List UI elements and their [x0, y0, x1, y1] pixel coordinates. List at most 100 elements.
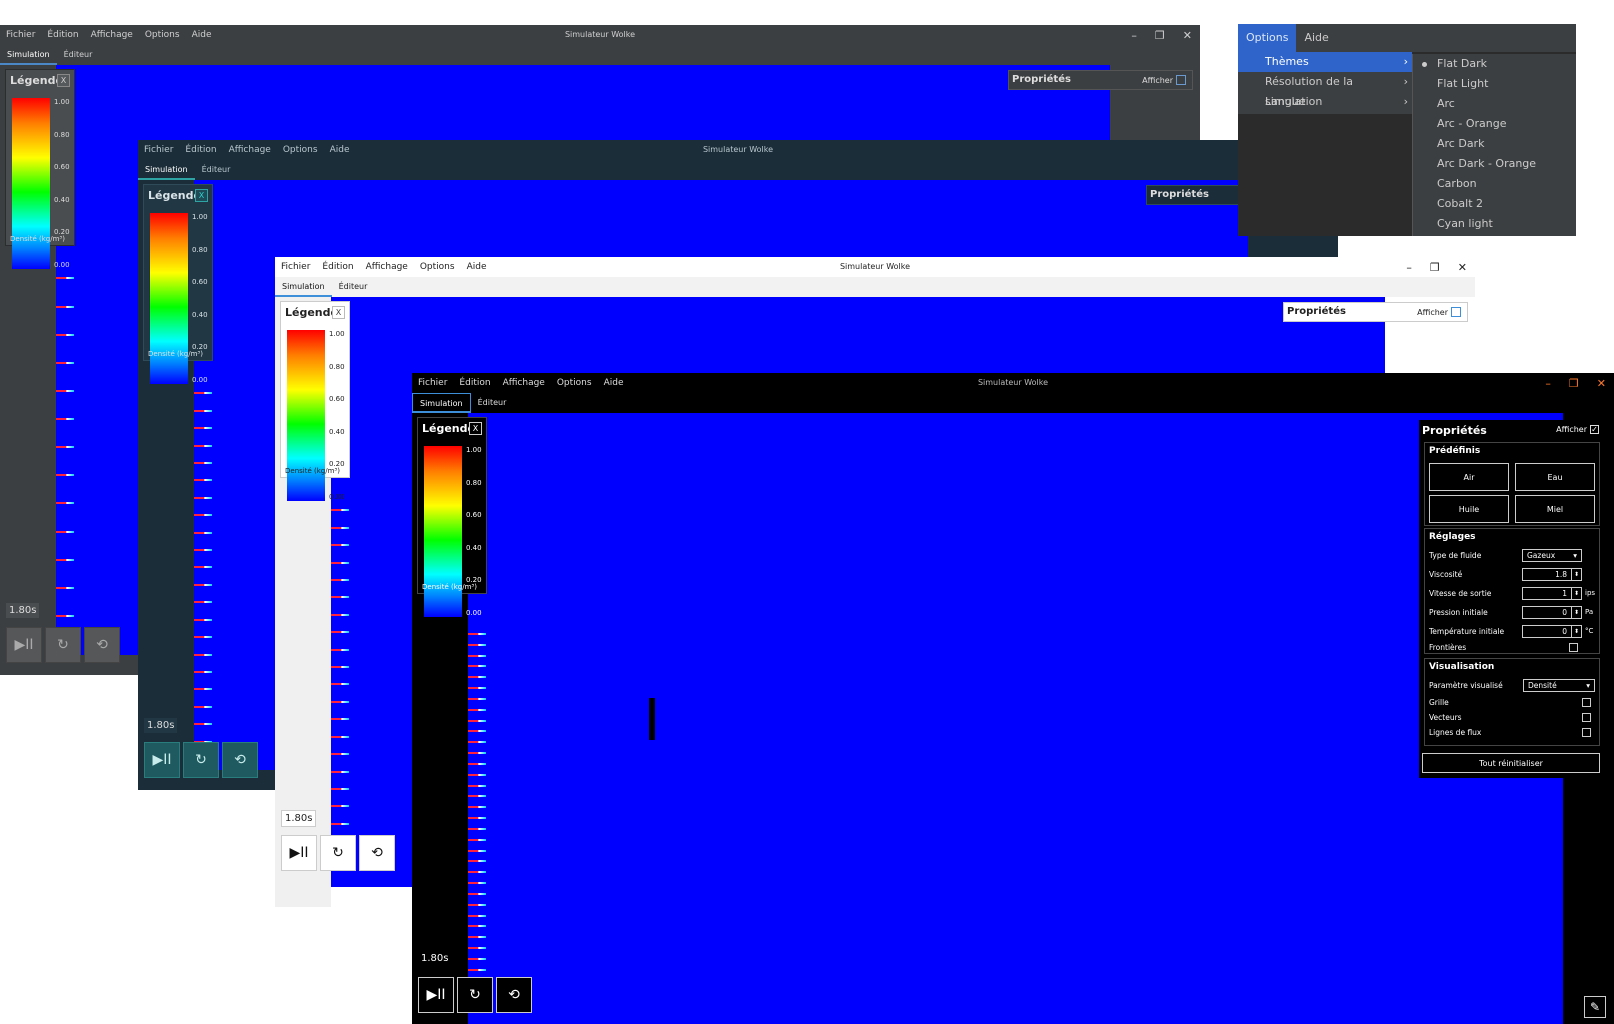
menu-item-themes[interactable]: Thèmes ›	[1238, 52, 1412, 72]
simulation-canvas[interactable]	[468, 413, 1563, 1024]
menu-edition[interactable]: Édition	[459, 378, 490, 388]
menu-affichage[interactable]: Affichage	[91, 30, 133, 40]
theme-cobalt-2[interactable]: Cobalt 2	[1413, 194, 1576, 214]
menu-aide[interactable]: Aide	[467, 262, 487, 272]
preset-eau-button[interactable]: Eau	[1515, 463, 1595, 491]
visualised-parameter-select[interactable]: Densité ▾	[1523, 678, 1595, 692]
outlet-speed-spinner[interactable]: 1 ⬍	[1522, 586, 1582, 600]
legend-tick: 0.80	[466, 478, 482, 487]
menu-affichage[interactable]: Affichage	[503, 378, 545, 388]
tab-simulation[interactable]: Simulation	[412, 393, 471, 413]
play-pause-icon[interactable]: ▶II	[418, 977, 454, 1013]
theme-arc-dark[interactable]: Arc Dark	[1413, 134, 1576, 154]
reset-all-button[interactable]: Tout réinitialiser	[1422, 753, 1600, 773]
theme-flat-dark[interactable]: Flat Dark	[1413, 54, 1576, 74]
theme-arc-dark-orange[interactable]: Arc Dark - Orange	[1413, 154, 1576, 174]
restore-icon[interactable]: ❐	[1569, 377, 1579, 390]
menu-options[interactable]: Options	[420, 262, 455, 272]
legend-tick: 0.80	[329, 362, 345, 371]
menu-options[interactable]: Options	[145, 30, 180, 40]
close-icon[interactable]: ✕	[1597, 377, 1606, 390]
menu-fichier[interactable]: Fichier	[418, 378, 447, 388]
preset-miel-button[interactable]: Miel	[1515, 495, 1595, 523]
grid-checkbox[interactable]	[1582, 697, 1591, 707]
menu-options[interactable]: Options	[557, 378, 592, 388]
borders-checkbox[interactable]	[1569, 642, 1578, 652]
legend-close-button[interactable]: X	[332, 306, 345, 319]
fluid-type-select[interactable]: Gazeux ▾	[1522, 548, 1582, 562]
minimize-icon[interactable]: –	[1545, 377, 1551, 390]
properties-show-toggle[interactable]: Afficher ✓	[1556, 425, 1599, 434]
minimize-icon[interactable]: –	[1406, 261, 1412, 274]
emitter-mark	[468, 882, 486, 884]
theme-carbon[interactable]: Carbon	[1413, 174, 1576, 194]
reset-icon[interactable]: ⟲	[359, 835, 395, 871]
menu-fichier[interactable]: Fichier	[6, 30, 35, 40]
theme-flat-light[interactable]: Flat Light	[1413, 74, 1576, 94]
menu-aide[interactable]: Aide	[1296, 24, 1336, 52]
reset-icon[interactable]: ⟲	[222, 742, 258, 778]
play-pause-icon[interactable]: ▶II	[6, 627, 42, 663]
emitter-mark	[194, 706, 212, 708]
menu-affichage[interactable]: Affichage	[229, 145, 271, 155]
menu-aide[interactable]: Aide	[330, 145, 350, 155]
vectors-checkbox[interactable]	[1582, 712, 1591, 722]
emitter-mark	[331, 683, 349, 685]
tab-editeur[interactable]: Éditeur	[471, 393, 514, 413]
close-icon[interactable]: ✕	[1458, 261, 1467, 274]
menu-item-resolution[interactable]: Résolution de la simulation ›	[1238, 72, 1412, 108]
tab-simulation[interactable]: Simulation	[0, 45, 57, 65]
tab-editeur[interactable]: Éditeur	[332, 277, 375, 297]
preset-air-button[interactable]: Air	[1429, 463, 1509, 491]
legend-close-button[interactable]: X	[195, 189, 208, 202]
viscosity-spinner[interactable]: 1.8 ⬍	[1522, 567, 1582, 581]
close-icon[interactable]: ✕	[1183, 29, 1192, 42]
flow-lines-checkbox[interactable]	[1582, 727, 1591, 737]
menu-fichier[interactable]: Fichier	[281, 262, 310, 272]
menu-edition[interactable]: Édition	[47, 30, 78, 40]
tab-simulation[interactable]: Simulation	[275, 277, 332, 297]
edit-pencil-icon[interactable]: ✎	[1584, 996, 1606, 1018]
spinner-arrows-icon[interactable]: ⬍	[1571, 625, 1581, 637]
menu-options[interactable]: Options	[1238, 24, 1297, 52]
menu-fichier[interactable]: Fichier	[144, 145, 173, 155]
reset-icon[interactable]: ⟲	[84, 627, 120, 663]
step-forward-icon[interactable]: ↻	[457, 977, 493, 1013]
step-forward-icon[interactable]: ↻	[45, 627, 81, 663]
restore-icon[interactable]: ❐	[1155, 29, 1165, 42]
reset-icon[interactable]: ⟲	[496, 977, 532, 1013]
legend-close-button[interactable]: X	[57, 74, 70, 87]
tab-editeur[interactable]: Éditeur	[57, 45, 100, 65]
step-forward-icon[interactable]: ↻	[320, 835, 356, 871]
menu-item-langue[interactable]: Langue ›	[1238, 92, 1412, 112]
menu-options[interactable]: Options	[283, 145, 318, 155]
menu-affichage[interactable]: Affichage	[366, 262, 408, 272]
theme-cyan-light[interactable]: Cyan light	[1413, 214, 1576, 234]
play-pause-icon[interactable]: ▶II	[281, 835, 317, 871]
restore-icon[interactable]: ❐	[1430, 261, 1440, 274]
menu-aide[interactable]: Aide	[192, 30, 212, 40]
menu-aide[interactable]: Aide	[604, 378, 624, 388]
preset-huile-button[interactable]: Huile	[1429, 495, 1509, 523]
menu-edition[interactable]: Édition	[322, 262, 353, 272]
initial-pressure-spinner[interactable]: 0 ⬍	[1522, 605, 1582, 619]
show-checkbox[interactable]: ✓	[1590, 425, 1599, 434]
step-forward-icon[interactable]: ↻	[183, 742, 219, 778]
fluid-type-row: Type de fluide Gazeux ▾	[1429, 547, 1595, 563]
properties-show-toggle[interactable]: Afficher	[1417, 307, 1461, 317]
theme-arc-orange[interactable]: Arc - Orange	[1413, 114, 1576, 134]
show-checkbox[interactable]	[1451, 307, 1461, 317]
properties-show-toggle[interactable]: Afficher	[1142, 75, 1186, 85]
menu-edition[interactable]: Édition	[185, 145, 216, 155]
spinner-arrows-icon[interactable]: ⬍	[1571, 587, 1581, 599]
tab-editeur[interactable]: Éditeur	[195, 160, 238, 180]
theme-arc[interactable]: Arc	[1413, 94, 1576, 114]
spinner-arrows-icon[interactable]: ⬍	[1571, 568, 1581, 580]
legend-close-button[interactable]: X	[469, 422, 482, 435]
play-pause-icon[interactable]: ▶II	[144, 742, 180, 778]
show-checkbox[interactable]	[1176, 75, 1186, 85]
minimize-icon[interactable]: –	[1131, 29, 1137, 42]
spinner-arrows-icon[interactable]: ⬍	[1571, 606, 1581, 618]
initial-temperature-spinner[interactable]: 0 ⬍	[1522, 624, 1582, 638]
tab-simulation[interactable]: Simulation	[138, 160, 195, 180]
